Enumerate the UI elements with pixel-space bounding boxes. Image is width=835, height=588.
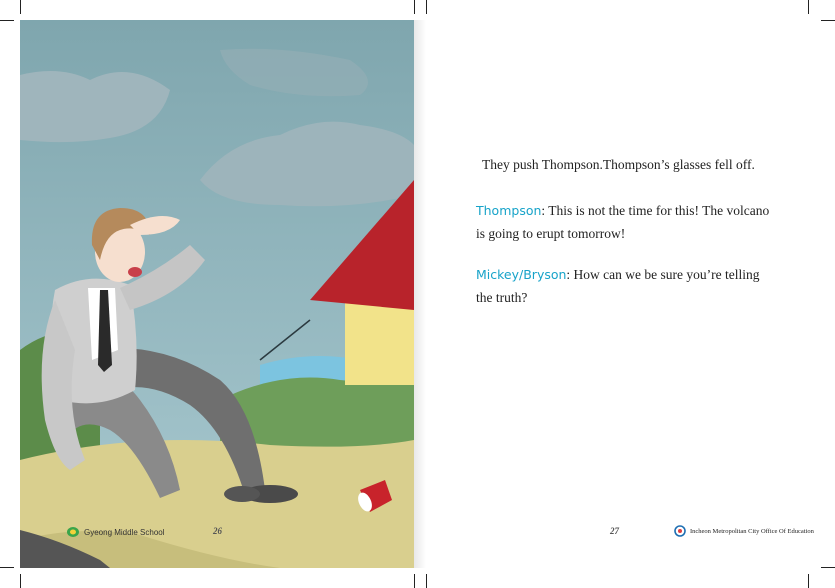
crop-mark	[20, 0, 21, 14]
book-spread: Gyeong Middle School 26 They push Thomps…	[20, 20, 815, 568]
speaker-name: Thompson	[476, 203, 542, 218]
office-logo-icon	[674, 525, 686, 537]
left-footer: Gyeong Middle School	[66, 523, 165, 541]
crop-mark	[808, 0, 809, 14]
crop-mark	[0, 567, 14, 568]
book-gutter	[414, 20, 426, 568]
dialogue-line: Mickey/Bryson: How can we be sure you’re…	[476, 263, 776, 309]
school-name: Gyeong Middle School	[84, 527, 165, 537]
crop-mark	[426, 0, 427, 14]
right-page: They push Thompson.Thompson’s glasses fe…	[426, 20, 815, 568]
page-number-left: 26	[213, 526, 222, 536]
narration: They push Thompson.Thompson’s glasses fe…	[476, 153, 776, 176]
crop-mark	[821, 567, 835, 568]
left-page: Gyeong Middle School 26	[20, 20, 414, 568]
crop-mark	[426, 574, 427, 588]
publisher-name: Incheon Metropolitan City Office Of Educ…	[690, 527, 814, 535]
right-footer: Incheon Metropolitan City Office Of Educ…	[674, 525, 814, 537]
crop-mark	[414, 574, 415, 588]
crop-mark	[821, 20, 835, 21]
crop-mark	[414, 0, 415, 14]
narration-text: They push Thompson.Thompson’s glasses fe…	[482, 157, 755, 172]
crop-mark	[808, 574, 809, 588]
page-number-right: 27	[610, 526, 619, 536]
story-illustration	[20, 20, 414, 568]
speaker-name: Mickey/Bryson	[476, 267, 567, 282]
school-logo-icon	[67, 527, 79, 537]
crop-mark	[0, 20, 14, 21]
character-shoe	[224, 486, 260, 502]
dialogue-line: Thompson: This is not the time for this!…	[476, 199, 776, 245]
crop-mark	[20, 574, 21, 588]
character-mouth	[128, 267, 142, 277]
